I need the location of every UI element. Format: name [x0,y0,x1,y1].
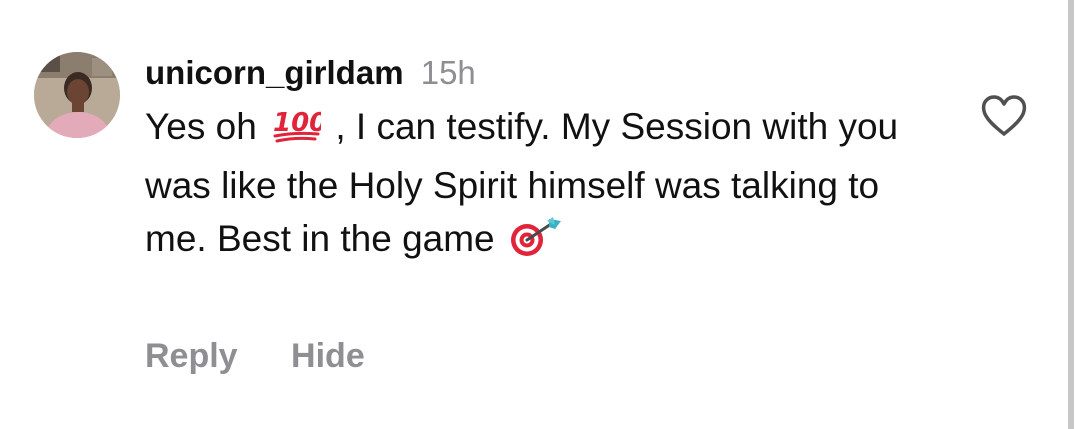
reply-button[interactable]: Reply [145,337,238,375]
comment-text: Yes oh 100 , I can testify. My Session w… [145,100,945,271]
comment-text-part-1: Yes oh [145,106,257,147]
username-link[interactable]: unicorn_girldam [145,54,404,91]
like-button[interactable] [980,94,1028,138]
comment-actions: Reply Hide [145,334,365,378]
comment-page: unicorn_girldam 15h Yes oh 100 , I can t… [0,0,1080,429]
avatar[interactable] [34,52,120,138]
direct-hit-icon [509,215,565,271]
scrollbar[interactable] [1068,0,1074,429]
comment-meta: unicorn_girldam 15h [145,52,965,94]
hide-button[interactable]: Hide [291,337,365,375]
heart-outline-icon [981,95,1027,136]
avatar-image [34,52,120,138]
comment: unicorn_girldam 15h Yes oh 100 , I can t… [145,52,965,271]
timestamp: 15h [420,54,476,91]
hundred-points-icon: 100 [271,105,327,159]
